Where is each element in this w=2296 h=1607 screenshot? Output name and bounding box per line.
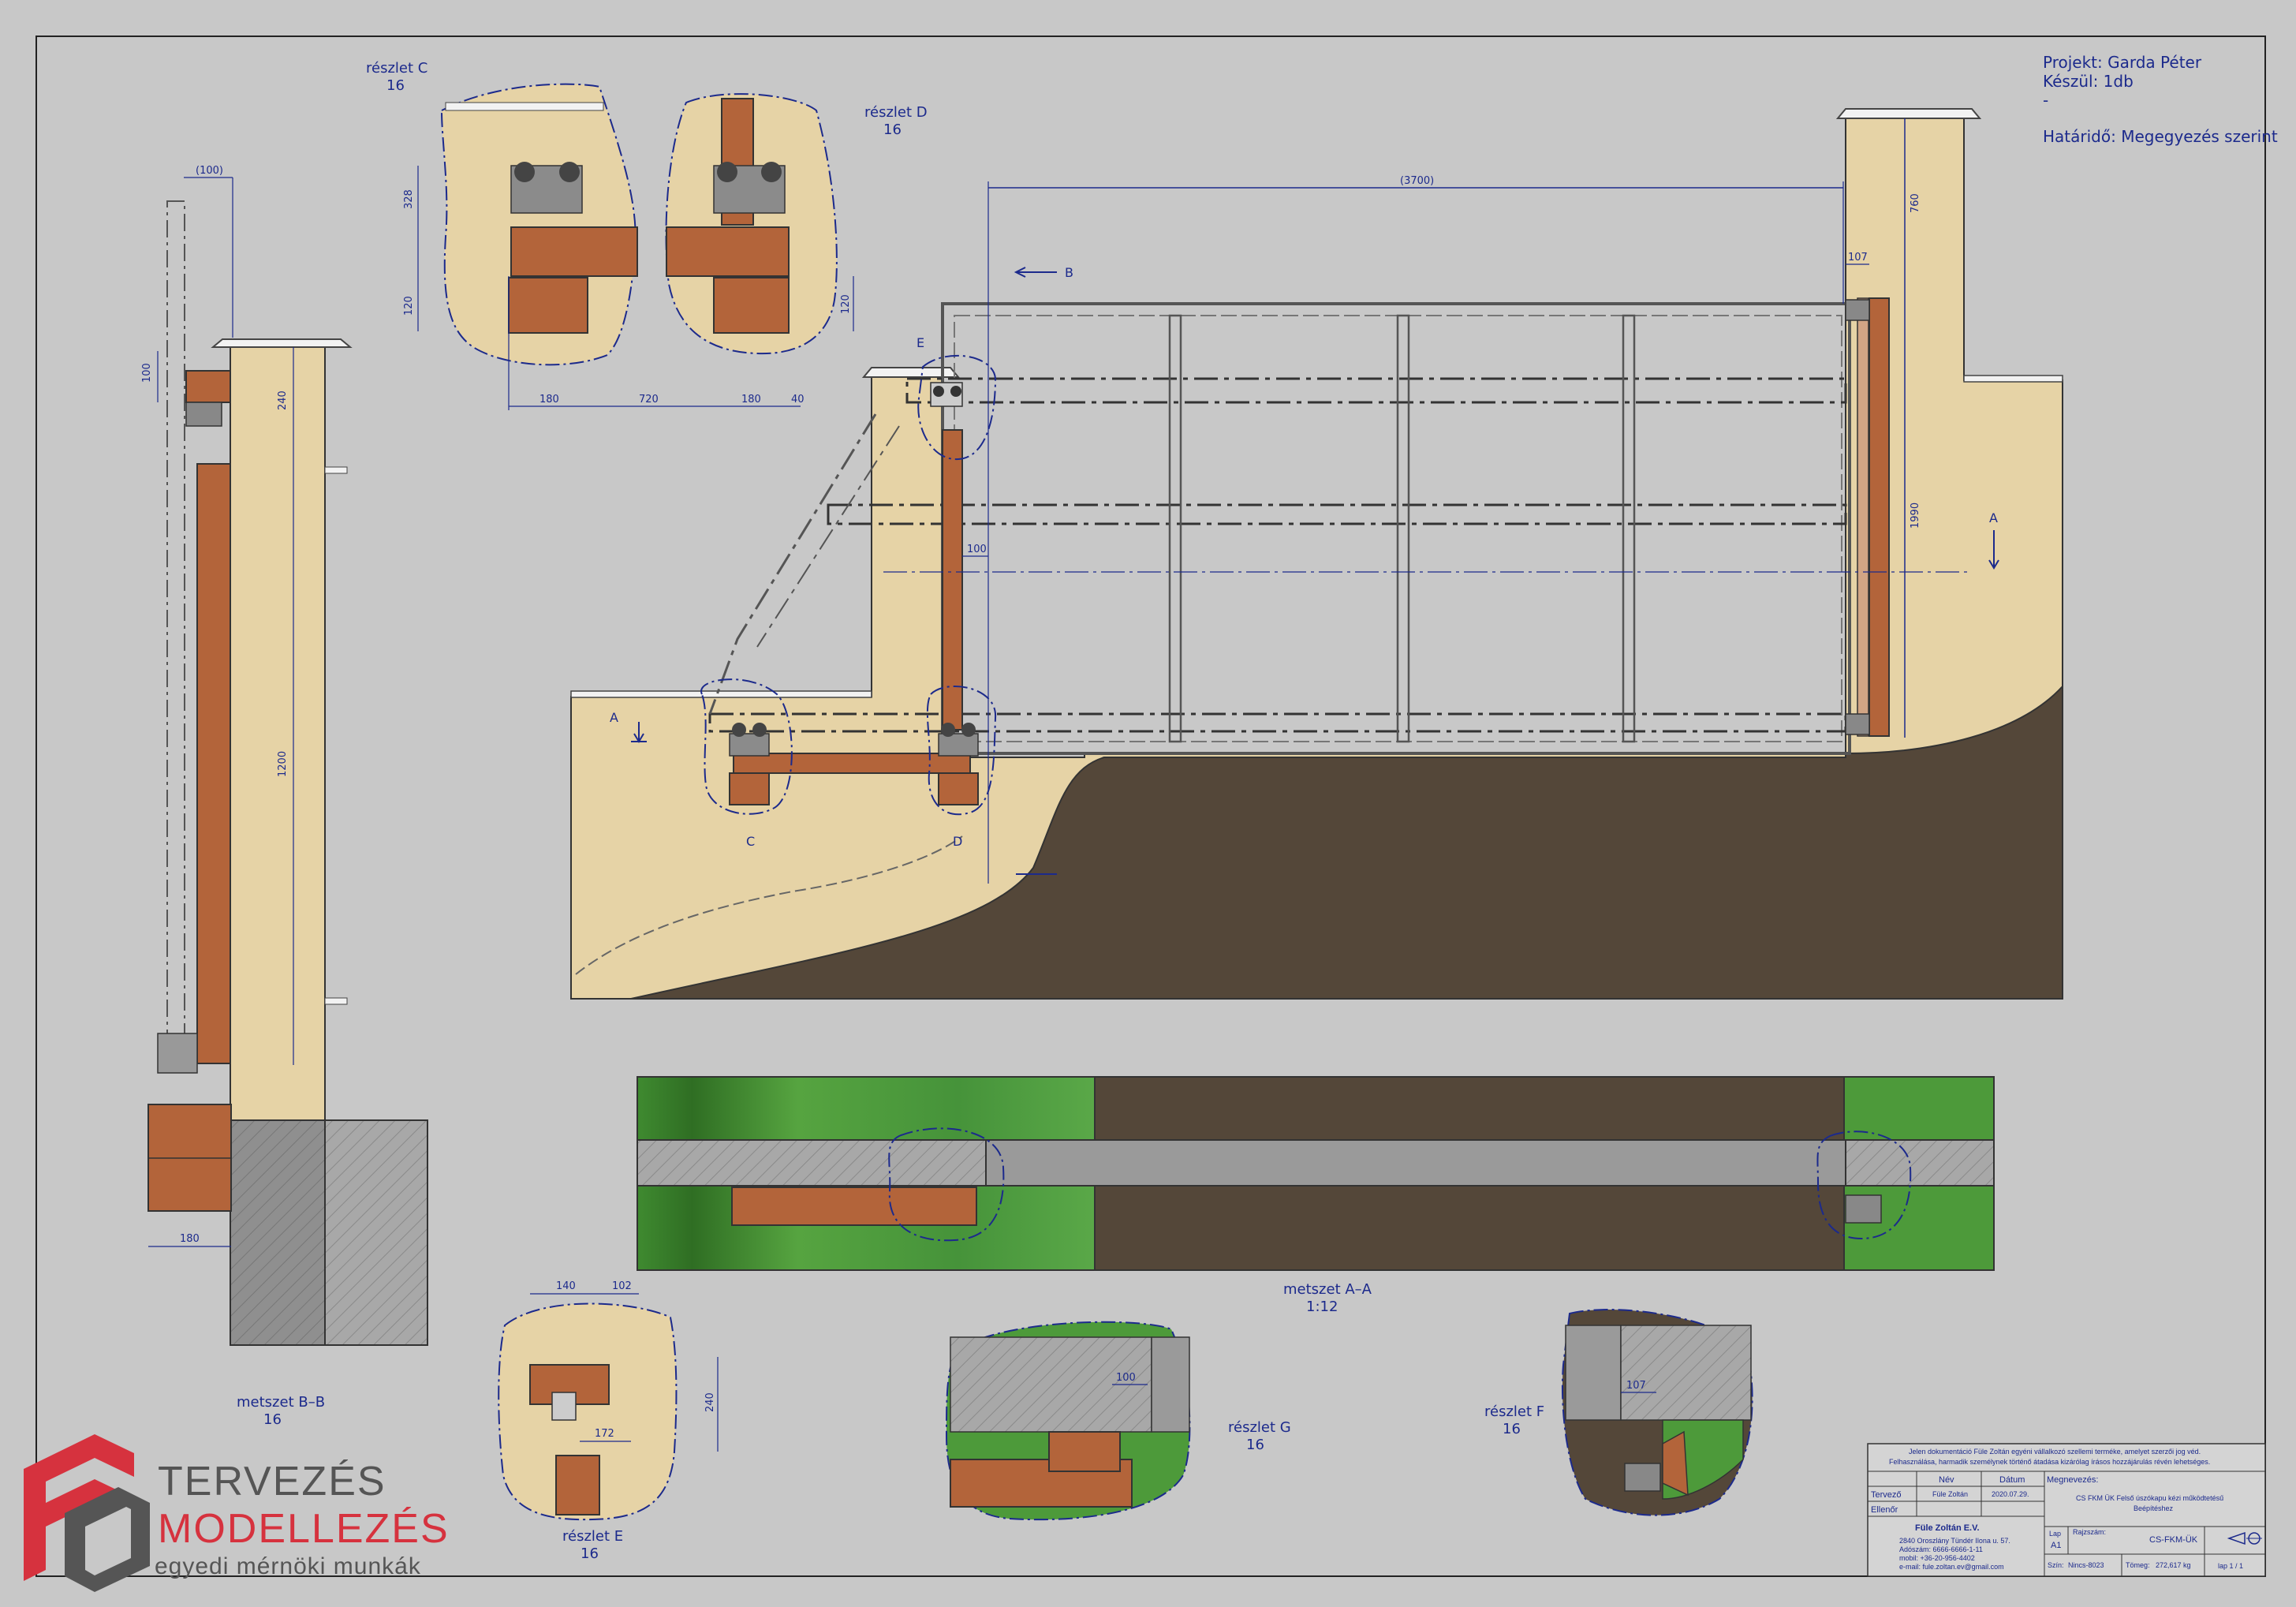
bb-dim-100: 100 <box>141 363 153 383</box>
c-dim-180b: 180 <box>741 394 761 405</box>
section-mark-a-right: A <box>1989 510 1998 525</box>
e-dim-140: 140 <box>556 1280 576 1292</box>
tb-drawing-no-label: Rajzszám: <box>2073 1528 2106 1536</box>
detail-e-scale: 16 <box>581 1545 599 1562</box>
tb-sheet-size: A1 <box>2051 1541 2061 1550</box>
tb-page: lap 1 / 1 <box>2218 1562 2243 1570</box>
tb-weight-val: 272,617 kg <box>2156 1561 2191 1569</box>
tb-addr4: e-mail: fule.zoltan.ev@gmail.com <box>1899 1563 2004 1571</box>
detail-e: 140 102 172 240 részlet E 16 <box>498 1280 719 1562</box>
section-aa-title: metszet A–A <box>1283 1281 1372 1298</box>
c-dim-120a: 120 <box>403 296 415 316</box>
section-bb-title: metszet B–B <box>237 1394 325 1411</box>
tb-legal2: Felhasználása, harmadik személynek törté… <box>1889 1458 2210 1466</box>
bb-dim-180: 180 <box>180 1233 200 1245</box>
detail-d: 120 részlet D 16 <box>665 93 928 355</box>
project-quantity: Készül: 1db <box>2043 72 2134 91</box>
gate-frame <box>941 302 1851 755</box>
project-deadline: Határidő: Megegyezés szerint <box>2043 127 2278 146</box>
tb-designation-label: Megnevezés: <box>2047 1475 2098 1485</box>
dim-1990: 1990 <box>1910 503 1921 529</box>
logo-tagline: egyedi mérnöki munkák <box>155 1553 421 1579</box>
c-dim-180a: 180 <box>539 394 559 405</box>
tb-drawing-no: CS-FKM-ÜK <box>2149 1535 2198 1545</box>
bb-dim-100-top: (100) <box>196 165 223 177</box>
gate-rail-mid <box>827 503 1847 525</box>
c-dim-40: 40 <box>791 394 805 405</box>
d-dim-120b: 120 <box>840 294 852 314</box>
e-dim-172: 172 <box>595 1428 614 1440</box>
f-dim-107: 107 <box>1626 1380 1646 1392</box>
project-info: Projekt: Garda Péter Készül: 1db - Határ… <box>2043 53 2278 146</box>
tb-weight-label: Tömeg: <box>2126 1561 2150 1569</box>
logo-text-line1: TERVEZÉS <box>158 1459 386 1504</box>
detail-e-title: részlet E <box>562 1528 623 1545</box>
detail-c-title: részlet C <box>366 60 427 77</box>
detail-f: 107 részlet F 16 <box>1484 1309 1753 1516</box>
tb-row-designer: Tervező <box>1871 1490 1902 1500</box>
guide-post <box>942 429 963 731</box>
tb-col-name: Név <box>1939 1475 1954 1485</box>
detail-mark-c: C <box>746 834 755 849</box>
tb-designation-1: CS FKM ÜK Felső úszókapu kézi működtetés… <box>2076 1494 2223 1502</box>
tb-color-label: Szín: <box>2048 1561 2064 1569</box>
section-aa: metszet A–A 1:12 <box>637 1076 1995 1315</box>
logo-text-line2: MODELLEZÉS <box>158 1506 450 1552</box>
tb-row-checker: Ellenőr <box>1871 1505 1898 1515</box>
wall-coping-right <box>1963 375 2063 383</box>
tb-designation-2: Beépítéshez <box>2134 1504 2174 1512</box>
section-bb-scale: 16 <box>263 1411 282 1428</box>
wall-coping-left <box>570 690 872 698</box>
tb-legal: Jelen dokumentáció Füle Zoltán egyéni vá… <box>1909 1448 2201 1456</box>
tb-design-date: 2020.07.29. <box>1992 1490 2029 1498</box>
title-block: Jelen dokumentáció Füle Zoltán egyéni vá… <box>1867 1443 2266 1577</box>
tb-designer-name: Füle Zoltán <box>1932 1490 1968 1498</box>
detail-f-scale: 16 <box>1503 1421 1521 1437</box>
section-aa-scale: 1:12 <box>1306 1299 1338 1315</box>
tb-sheet-label: Lap <box>2049 1530 2061 1538</box>
dim-107: 107 <box>1848 252 1868 263</box>
detail-g-title: részlet G <box>1228 1419 1291 1436</box>
e-dim-102: 102 <box>612 1280 632 1292</box>
detail-d-scale: 16 <box>883 121 902 138</box>
detail-f-title: részlet F <box>1484 1403 1544 1420</box>
detail-mark-d: D <box>953 834 962 849</box>
detail-d-title: részlet D <box>864 104 928 121</box>
bb-dim-240: 240 <box>277 391 289 410</box>
logo-mark-icon <box>24 1434 150 1592</box>
gate-rail-top <box>905 377 1847 404</box>
dim-gate-width: (3700) <box>1400 175 1434 187</box>
technical-drawing-sheet: Projekt: Garda Péter Készül: 1db - Határ… <box>24 36 2278 1592</box>
bb-dim-1200: 1200 <box>277 751 289 777</box>
g-dim-100: 100 <box>1116 1372 1136 1384</box>
section-bb: (100) 240 1200 100 180 metszet B–B 16 <box>141 165 428 1428</box>
e-dim-240: 240 <box>704 1392 716 1412</box>
dim-100: 100 <box>967 544 987 555</box>
detail-mark-e: E <box>917 335 924 350</box>
project-name: Projekt: Garda Péter <box>2043 53 2202 72</box>
tb-color-val: Nincs-8023 <box>2068 1561 2104 1569</box>
section-mark-a-left: A <box>610 710 618 725</box>
section-mark-b: B <box>1065 265 1073 280</box>
tb-addr3: mobil: +36-20-956-4402 <box>1899 1554 1975 1562</box>
c-dim-720: 720 <box>639 394 659 405</box>
right-pillar-cap <box>1835 108 1982 119</box>
detail-g: 100 részlet G 16 <box>945 1321 1291 1521</box>
roller-e <box>930 382 963 407</box>
company-logo: TERVEZÉS MODELLEZÉS egyedi mérnöki munká… <box>24 1434 450 1592</box>
tb-company: Füle Zoltán E.V. <box>1915 1523 1980 1533</box>
c-dim-328: 328 <box>403 189 415 209</box>
tb-addr2: Adószám: 6666-6666-1-11 <box>1899 1545 1983 1553</box>
dim-760: 760 <box>1910 193 1921 213</box>
detail-c-scale: 16 <box>386 77 405 94</box>
detail-g-scale: 16 <box>1246 1437 1264 1453</box>
tb-addr1: 2840 Oroszlány Tündér Ilona u. 57. <box>1899 1537 2010 1545</box>
tb-col-date: Dátum <box>1999 1475 2025 1485</box>
project-dash: - <box>2043 91 2048 110</box>
right-post-plate <box>1869 297 1890 737</box>
